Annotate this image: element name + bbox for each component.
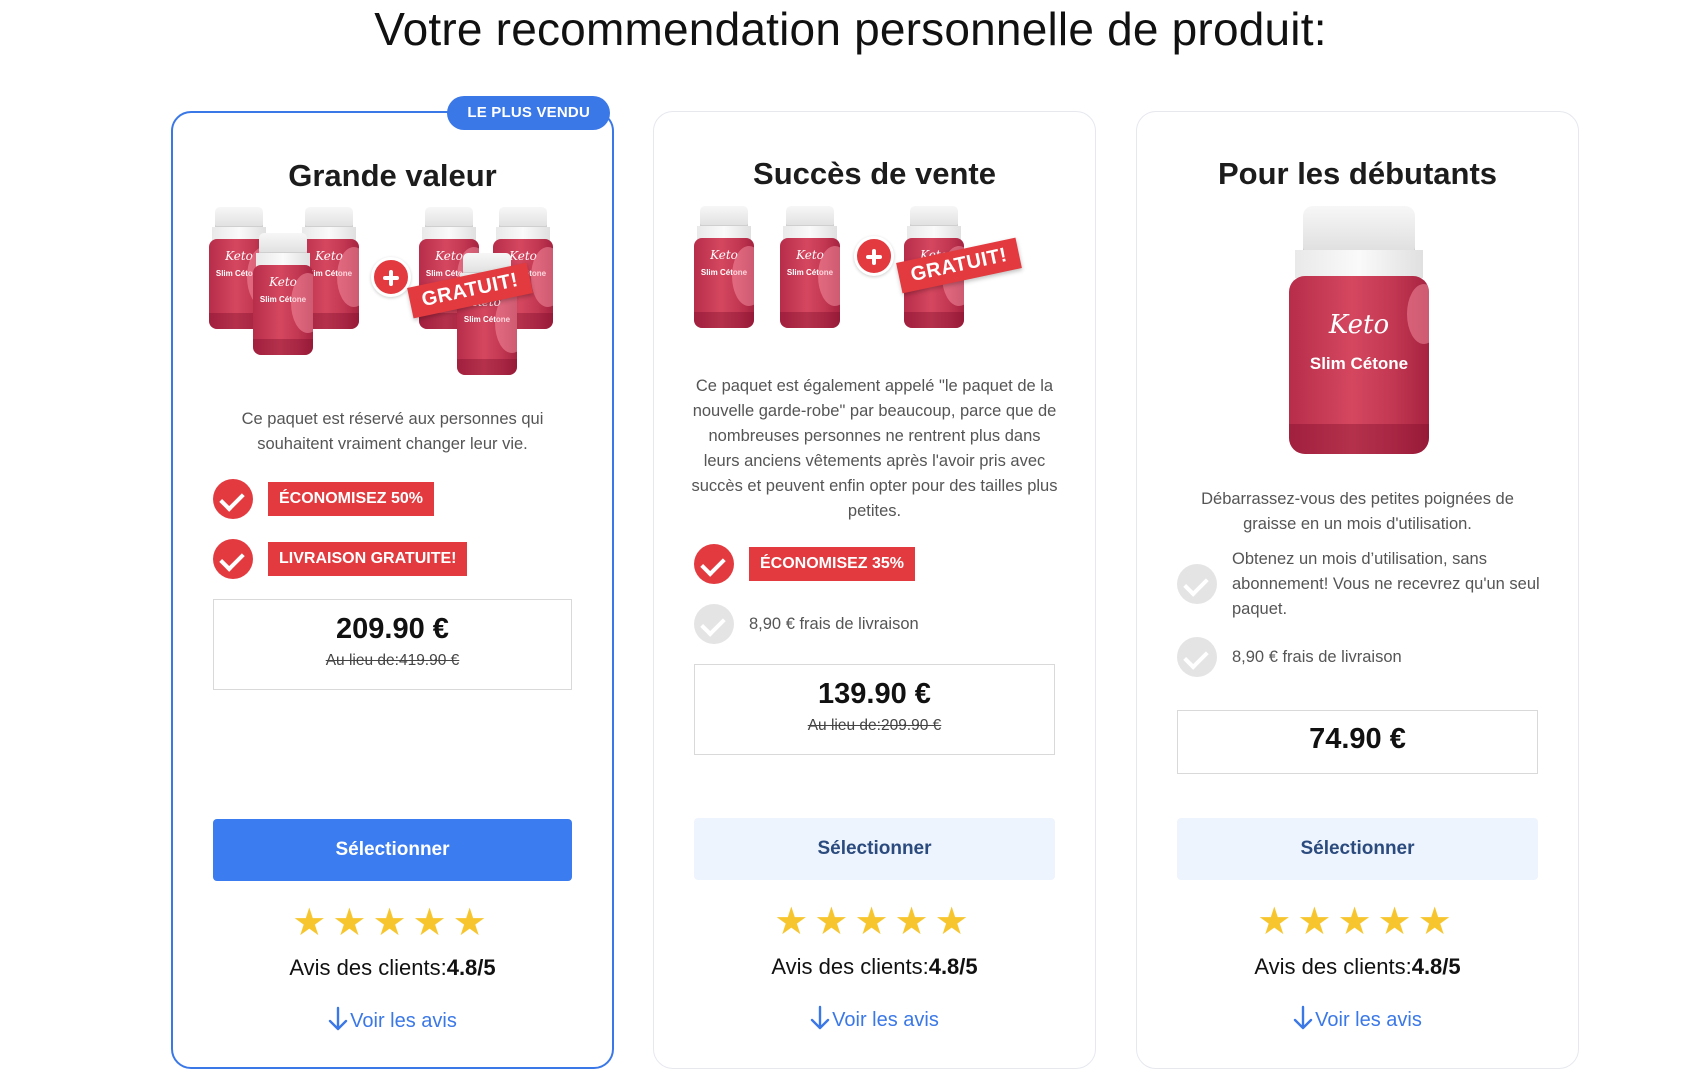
see-reviews-label: Voir les avis: [350, 1010, 457, 1032]
check-circle-icon: [1177, 564, 1217, 604]
subscription-info-text: Obtenez un mois d’utilisation, sans abon…: [1232, 549, 1540, 618]
star-icon: ★: [412, 902, 453, 944]
shipping-fee-text: 8,90 € frais de livraison: [1232, 647, 1402, 666]
star-icon: ★: [1417, 901, 1458, 943]
see-reviews-link[interactable]: Voir les avis: [173, 1006, 612, 1033]
rating-stars: ★★★★★: [1137, 902, 1578, 942]
old-price: Au lieu de:209.90 €: [807, 717, 942, 734]
check-circle-icon: [694, 604, 734, 644]
package-card-succes-de-vente: Succès de vente Keto Slim Cétone Keto Slim…: [653, 111, 1096, 1069]
package-card-pour-les-debutants: Pour les débutants Keto Slim Cétone Débar…: [1136, 111, 1579, 1069]
arrow-down-icon: [810, 1005, 830, 1030]
see-reviews-link[interactable]: Voir les avis: [1137, 1005, 1578, 1032]
customer-rating: Avis des clients:4.8/5: [1137, 954, 1578, 980]
plus-circle-icon: [371, 257, 411, 297]
package-description: Débarrassez-vous des petites poignées de…: [1201, 490, 1514, 533]
feature-item: ÉCONOMISEZ 35%: [694, 544, 1065, 584]
savings-badge: ÉCONOMISEZ 50%: [268, 482, 435, 516]
check-circle-icon: [213, 479, 253, 519]
select-button[interactable]: Sélectionner: [1177, 818, 1538, 880]
package-description: Ce paquet est réservé aux personnes qui …: [241, 410, 544, 453]
rating-value: 4.8/5: [446, 955, 496, 980]
package-description: Ce paquet est également appelé "le paque…: [691, 377, 1058, 520]
check-circle-icon: [1177, 637, 1217, 677]
price: 74.90 €: [1309, 723, 1406, 755]
bottle-image: KetoSlim Cétone: [780, 206, 840, 328]
shipping-badge: LIVRAISON GRATUITE!: [268, 542, 468, 576]
product-image: KetoSlim Cétone KetoSlim Cétone KetoSlim…: [173, 207, 612, 377]
plus-circle-icon: [854, 236, 894, 276]
feature-item: 8,90 € frais de livraison: [694, 604, 1065, 644]
old-price: Au lieu de:419.90 €: [325, 652, 460, 669]
rating-label: Avis des clients:: [771, 954, 929, 979]
star-icon: ★: [1257, 901, 1298, 943]
product-image: KetoSlim Cétone KetoSlim Cétone KetoSlim…: [654, 206, 1095, 336]
star-icon: ★: [292, 902, 333, 944]
arrow-down-icon: [1293, 1005, 1313, 1030]
price: 209.90 €: [336, 613, 449, 645]
package-card-grande-valeur: LE PLUS VENDU Grande valeur Keto Slim Cét…: [171, 96, 614, 1069]
price: 139.90 €: [818, 678, 931, 710]
star-icon: ★: [774, 901, 815, 943]
select-button[interactable]: Sélectionner: [694, 818, 1055, 880]
rating-label: Avis des clients:: [289, 955, 447, 980]
arrow-down-icon: [328, 1006, 348, 1031]
rating-value: 4.8/5: [1411, 954, 1461, 979]
star-icon: ★: [814, 901, 855, 943]
price-box: 74.90 €: [1177, 710, 1538, 774]
check-circle-icon: [694, 544, 734, 584]
star-icon: ★: [894, 901, 935, 943]
customer-rating: Avis des clients:4.8/5: [173, 955, 612, 981]
star-icon: ★: [452, 902, 493, 944]
see-reviews-link[interactable]: Voir les avis: [654, 1005, 1095, 1032]
card-title: Pour les débutants: [1217, 156, 1498, 191]
rating-value: 4.8/5: [928, 954, 978, 979]
card-title: Grande valeur: [288, 158, 497, 193]
bestseller-ribbon: LE PLUS VENDU: [447, 96, 610, 130]
price-box: 139.90 € Au lieu de:209.90 €: [694, 664, 1055, 755]
see-reviews-label: Voir les avis: [1315, 1009, 1422, 1031]
shipping-fee-text: 8,90 € frais de livraison: [749, 614, 919, 633]
savings-badge: ÉCONOMISEZ 35%: [749, 547, 916, 581]
feature-item: ÉCONOMISEZ 50%: [213, 479, 582, 519]
star-icon: ★: [1337, 901, 1378, 943]
bottle-image: KetoSlim Cétone: [253, 233, 313, 355]
select-button[interactable]: Sélectionner: [213, 819, 572, 881]
star-icon: ★: [372, 902, 413, 944]
star-icon: ★: [854, 901, 895, 943]
feature-item: Obtenez un mois d’utilisation, sans abon…: [1177, 545, 1548, 623]
product-image: Keto Slim Cétone: [1137, 206, 1578, 456]
customer-rating: Avis des clients:4.8/5: [654, 954, 1095, 980]
rating-label: Avis des clients:: [1254, 954, 1412, 979]
page-title: Votre recommendation personnelle de prod…: [374, 3, 1327, 55]
bottle-image: KetoSlim Cétone: [1289, 206, 1429, 454]
price-box: 209.90 € Au lieu de:419.90 €: [213, 599, 572, 690]
feature-item: LIVRAISON GRATUITE!: [213, 539, 582, 579]
star-icon: ★: [1377, 901, 1418, 943]
check-circle-icon: [213, 539, 253, 579]
feature-item: 8,90 € frais de livraison: [1177, 637, 1548, 677]
card-title: Succès de vente: [753, 156, 996, 191]
see-reviews-label: Voir les avis: [832, 1009, 939, 1031]
bottle-image: KetoSlim Cétone: [694, 206, 754, 328]
star-icon: ★: [934, 901, 975, 943]
rating-stars: ★★★★★: [173, 903, 612, 943]
rating-stars: ★★★★★: [654, 902, 1095, 942]
star-icon: ★: [332, 902, 373, 944]
star-icon: ★: [1297, 901, 1338, 943]
